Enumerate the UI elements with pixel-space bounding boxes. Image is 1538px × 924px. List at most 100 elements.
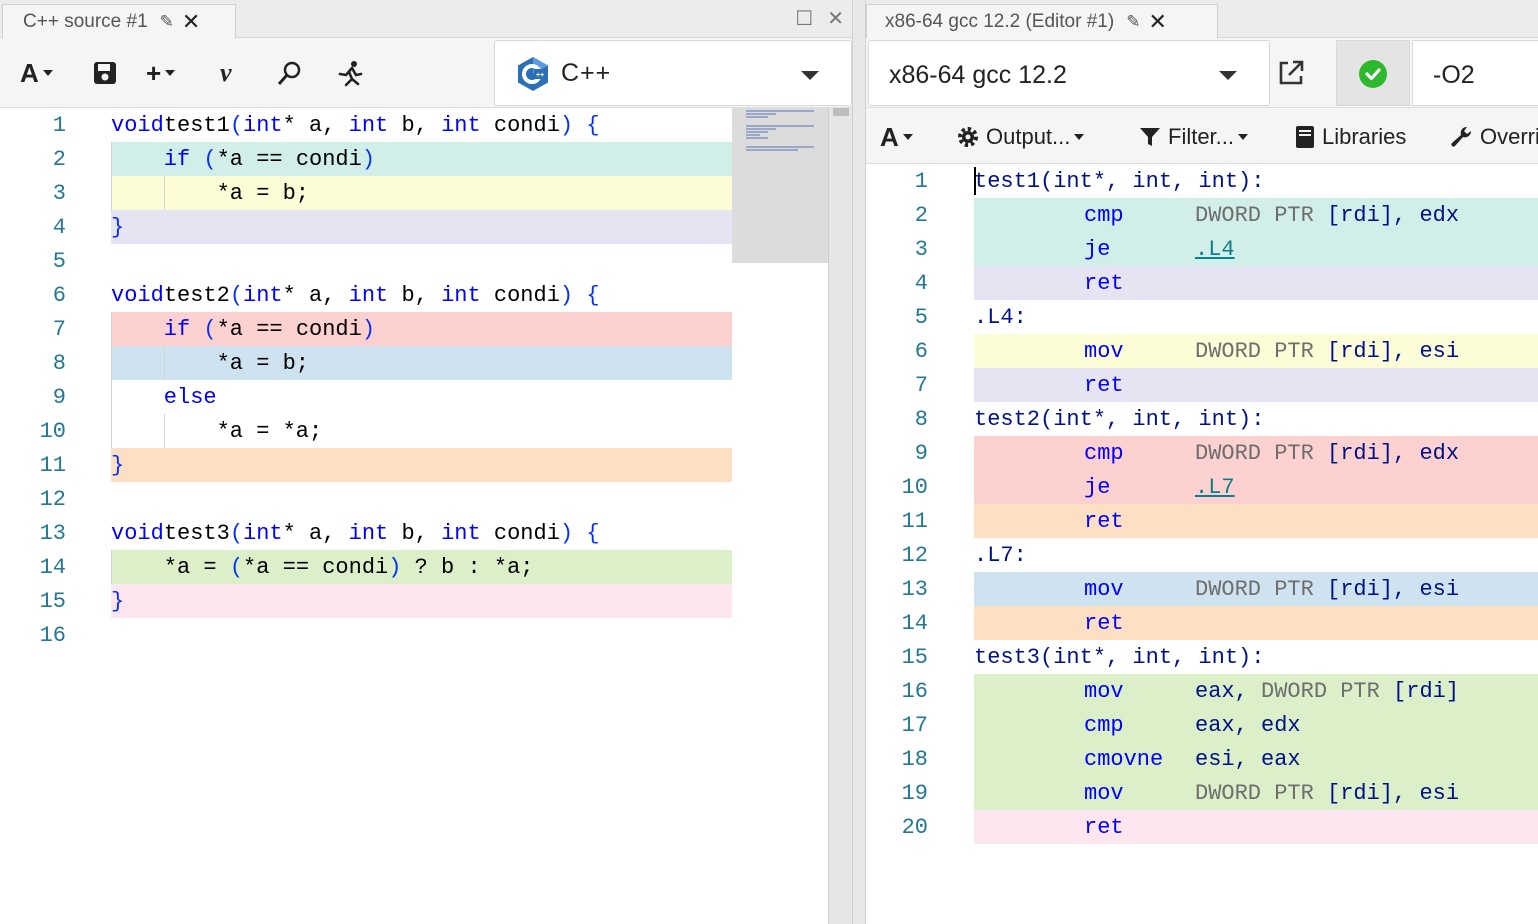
source-line[interactable]: 13 voidtest3(int* a, int b, int condi) { xyxy=(0,516,732,550)
source-line[interactable]: 12 xyxy=(0,482,732,516)
asm-line[interactable]: 12 .L7: xyxy=(866,538,1538,572)
source-line[interactable]: 7 if (*a == condi) xyxy=(0,312,732,346)
close-icon[interactable]: ✕ xyxy=(182,9,200,35)
source-line[interactable]: 6 voidtest2(int* a, int b, int condi) { xyxy=(0,278,732,312)
source-line[interactable]: 3 *a = b; xyxy=(0,176,732,210)
asm-opcode: je xyxy=(1084,237,1111,262)
asm-line[interactable]: 11 ret xyxy=(866,504,1538,538)
compiler-pane: x86-64 gcc 12.2 (Editor #1) ✎ ✕ x86-64 g… xyxy=(866,0,1538,924)
overrides-button[interactable]: Overrides xyxy=(1450,122,1538,152)
chevron-down-icon xyxy=(1074,134,1085,140)
asm-line[interactable]: 5 .L4: xyxy=(866,300,1538,334)
compiler-tab[interactable]: x86-64 gcc 12.2 (Editor #1) ✎ ✕ xyxy=(866,4,1218,38)
indent-guide xyxy=(163,176,165,210)
line-number: 19 xyxy=(901,781,928,806)
asm-line[interactable]: 9 cmp DWORD PTR [rdi], edx xyxy=(866,436,1538,470)
libraries-button[interactable]: Libraries xyxy=(1294,122,1406,152)
runner-icon xyxy=(338,61,363,87)
compiler-options-input[interactable]: -O2 xyxy=(1412,40,1538,106)
source-tab[interactable]: C++ source #1 ✎ ✕ xyxy=(2,4,236,38)
add-button[interactable]: + xyxy=(146,56,176,90)
line-number: 5 xyxy=(52,249,66,274)
font-size-button[interactable]: A xyxy=(20,56,53,90)
line-highlight xyxy=(111,176,732,210)
cpp-logo-icon: ++ xyxy=(518,57,548,91)
text-cursor xyxy=(974,167,976,195)
line-number: 18 xyxy=(901,747,928,772)
asm-line[interactable]: 19 mov DWORD PTR [rdi], esi xyxy=(866,776,1538,810)
close-pane-icon[interactable]: ✕ xyxy=(827,6,844,31)
font-size-button[interactable]: A xyxy=(880,122,913,152)
asm-line[interactable]: 4 ret xyxy=(866,266,1538,300)
asm-line[interactable]: 17 cmp eax, edx xyxy=(866,708,1538,742)
source-code: } xyxy=(111,215,125,240)
line-number: 5 xyxy=(914,305,928,330)
source-line[interactable]: 15} xyxy=(0,584,732,618)
source-line[interactable]: 9 else xyxy=(0,380,732,414)
source-line[interactable]: 1 voidtest1(int* a, int b, int condi) { xyxy=(0,108,732,142)
asm-jump-link[interactable]: .L4 xyxy=(1195,237,1235,262)
asm-line[interactable]: 1 test1(int*, int, int): xyxy=(866,164,1538,198)
source-line[interactable]: 4} xyxy=(0,210,732,244)
asm-jump-link[interactable]: .L7 xyxy=(1195,475,1235,500)
pane-splitter[interactable] xyxy=(852,0,866,924)
save-button[interactable] xyxy=(92,56,118,90)
source-code: voidtest1(int* a, int b, int condi) { xyxy=(111,113,600,138)
asm-line[interactable]: 15 test3(int*, int, int): xyxy=(866,640,1538,674)
indent-guide xyxy=(111,346,112,380)
line-number: 7 xyxy=(52,317,66,342)
source-line[interactable]: 11} xyxy=(0,448,732,482)
source-line[interactable]: 8 *a = b; xyxy=(0,346,732,380)
assembly-output[interactable]: 1 test1(int*, int, int): 2 cmp DWORD PTR [rd… xyxy=(866,164,1538,924)
asm-line[interactable]: 2 cmp DWORD PTR [rdi], edx xyxy=(866,198,1538,232)
indent-guide xyxy=(111,550,112,584)
asm-opcode: mov xyxy=(1084,781,1124,806)
source-line[interactable]: 16 xyxy=(0,618,732,652)
source-scrollbar[interactable] xyxy=(828,108,852,924)
scrollbar-thumb[interactable] xyxy=(833,108,849,116)
asm-line[interactable]: 16 mov eax, DWORD PTR [rdi] xyxy=(866,674,1538,708)
line-highlight xyxy=(974,266,1538,300)
pencil-icon[interactable]: ✎ xyxy=(1126,12,1140,32)
run-button[interactable] xyxy=(336,56,364,90)
line-number: 12 xyxy=(39,487,66,512)
compile-status-button[interactable] xyxy=(1336,40,1410,106)
line-highlight xyxy=(111,210,732,244)
source-pane: C++ source #1 ✎ ✕ ☐ ✕ A + v ++ C++ 1 voi… xyxy=(0,0,852,924)
filter-menu-button[interactable]: Filter... xyxy=(1138,122,1249,152)
language-label: C++ xyxy=(561,59,612,87)
compiler-toolbar: x86-64 gcc 12.2 -O2 xyxy=(866,38,1538,108)
source-line[interactable]: 14 *a = (*a == condi) ? b : *a; xyxy=(0,550,732,584)
line-number: 15 xyxy=(39,589,66,614)
asm-opcode: ret xyxy=(1084,373,1124,398)
close-icon[interactable]: ✕ xyxy=(1148,9,1166,35)
search-button[interactable] xyxy=(276,56,304,90)
source-editor[interactable]: 1 voidtest1(int* a, int b, int condi) {2 i… xyxy=(0,108,828,924)
asm-line[interactable]: 6 mov DWORD PTR [rdi], esi xyxy=(866,334,1538,368)
indent-guide xyxy=(111,380,112,414)
asm-line[interactable]: 10 je .L7 xyxy=(866,470,1538,504)
maximize-icon[interactable]: ☐ xyxy=(795,6,813,31)
source-code: voidtest2(int* a, int b, int condi) { xyxy=(111,283,600,308)
output-menu-label: Output... xyxy=(986,124,1071,149)
line-highlight xyxy=(974,810,1538,844)
asm-line[interactable]: 14 ret xyxy=(866,606,1538,640)
language-select[interactable]: ++ C++ xyxy=(494,40,852,106)
asm-line[interactable]: 13 mov DWORD PTR [rdi], esi xyxy=(866,572,1538,606)
asm-line[interactable]: 8 test2(int*, int, int): xyxy=(866,402,1538,436)
source-line[interactable]: 5 xyxy=(0,244,732,278)
vim-mode-button[interactable]: v xyxy=(220,56,232,90)
line-number: 9 xyxy=(52,385,66,410)
source-code: *a = b; xyxy=(216,351,310,376)
compiler-select[interactable]: x86-64 gcc 12.2 xyxy=(868,40,1270,106)
output-menu-button[interactable]: Output... xyxy=(956,122,1085,152)
source-line[interactable]: 10 *a = *a; xyxy=(0,414,732,448)
asm-line[interactable]: 20 ret xyxy=(866,810,1538,844)
asm-line[interactable]: 18 cmovne esi, eax xyxy=(866,742,1538,776)
external-link-icon[interactable] xyxy=(1276,58,1306,88)
asm-line[interactable]: 3 je .L4 xyxy=(866,232,1538,266)
minimap[interactable] xyxy=(732,108,828,263)
pencil-icon[interactable]: ✎ xyxy=(160,12,174,32)
asm-line[interactable]: 7 ret xyxy=(866,368,1538,402)
source-line[interactable]: 2 if (*a == condi) xyxy=(0,142,732,176)
